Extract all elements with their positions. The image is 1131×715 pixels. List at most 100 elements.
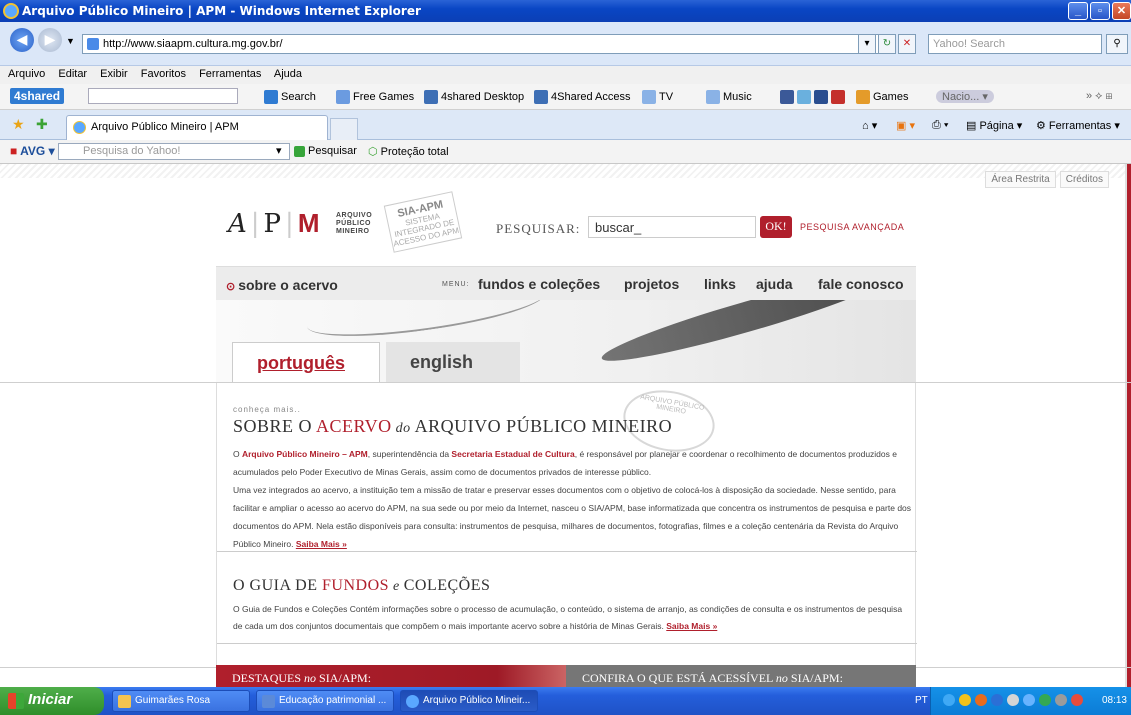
network-icon[interactable] — [1007, 694, 1019, 706]
tray-icon[interactable] — [975, 694, 987, 706]
new-tab-button[interactable] — [330, 118, 358, 140]
free-games-button[interactable]: Free Games — [336, 90, 414, 104]
tv-button[interactable]: TV — [642, 90, 673, 104]
address-bar[interactable]: http://www.siaapm.cultura.mg.gov.br/ — [82, 34, 892, 54]
feeds-icon[interactable]: ▣ ▾ — [896, 119, 915, 132]
task-label: Arquivo Público Mineir... — [423, 695, 531, 706]
toolbar-more-icon[interactable]: » ⟡ ⊞ — [1086, 90, 1113, 103]
nav-fale-conosco[interactable]: fale conosco — [818, 276, 904, 292]
avg-search-dropdown-icon[interactable]: ▾ — [276, 144, 282, 157]
address-dropdown-icon[interactable]: ▾ — [858, 34, 876, 54]
stop-button[interactable]: ✕ — [898, 34, 916, 54]
avg-logo[interactable]: ■ AVG ▾ — [10, 144, 55, 158]
nav-fundos[interactable]: fundos e coleções — [478, 276, 600, 292]
windows-logo-icon — [8, 693, 24, 709]
lang-portugues[interactable]: português — [232, 342, 380, 382]
sobre-heading: SOBRE O ACERVO do ARQUIVO PÚBLICO MINEIR… — [233, 416, 672, 437]
search-icon[interactable]: ⚲ — [1106, 34, 1128, 54]
print-icon[interactable]: ⎙ ▾ — [932, 119, 948, 132]
address-toolbar: ◀ ▶ ▼ http://www.siaapm.cultura.mg.gov.b… — [0, 22, 1131, 66]
favorites-star-icon[interactable]: ★ — [12, 116, 25, 133]
sobre-heading-p4: ARQUIVO PÚBLICO MINEIRO — [414, 416, 673, 436]
window-title: Arquivo Público Mineiro | APM - Windows … — [22, 4, 421, 18]
language-indicator[interactable]: PT — [915, 695, 928, 706]
tray-icon[interactable] — [1039, 694, 1051, 706]
avg-search-button[interactable]: Pesquisar — [294, 145, 357, 157]
menu-arquivo[interactable]: Arquivo — [8, 68, 45, 80]
secretaria-link[interactable]: Secretaria Estadual de Cultura — [451, 449, 574, 459]
apm-logo[interactable]: A | P | M — [228, 208, 319, 239]
4shared-search-input[interactable] — [88, 88, 238, 104]
guia-saiba-mais-link[interactable]: Saiba Mais » — [666, 621, 717, 631]
games-button[interactable]: Games — [856, 90, 908, 104]
free-games-label: Free Games — [353, 90, 415, 103]
radio-player[interactable]: Nacio... ▾ — [936, 90, 994, 103]
maximize-button[interactable]: ▫ — [1090, 2, 1110, 20]
minimize-button[interactable]: _ — [1068, 2, 1088, 20]
search-label: PESQUISAR: — [496, 221, 581, 236]
avg-yahoo-search-input[interactable]: Pesquisa do Yahoo! — [58, 143, 290, 160]
history-dropdown-icon[interactable]: ▼ — [66, 36, 75, 46]
back-button[interactable]: ◀ — [10, 28, 34, 52]
url-text: http://www.siaapm.cultura.mg.gov.br/ — [103, 38, 283, 50]
forward-button[interactable]: ▶ — [38, 28, 62, 52]
apm-link[interactable]: Arquivo Público Mineiro – APM — [242, 449, 368, 459]
nav-ajuda[interactable]: ajuda — [756, 276, 793, 292]
system-tray: PT 08:13 — [915, 687, 1131, 715]
nav-sobre-label: sobre o acervo — [238, 277, 338, 293]
4shared-desktop-button[interactable]: 4shared Desktop — [424, 90, 524, 104]
close-button[interactable]: ✕ — [1112, 2, 1131, 20]
divider — [217, 643, 917, 644]
confira-p1: CONFIRA O QUE ESTÁ ACESSÍVEL — [582, 671, 776, 685]
task-arquivo[interactable]: Arquivo Público Mineir... — [400, 690, 538, 712]
menu-ajuda[interactable]: Ajuda — [274, 68, 302, 80]
nav-sobre-o-acervo[interactable]: ⊙ sobre o acervo — [226, 277, 338, 293]
tray-icon[interactable] — [1071, 694, 1083, 706]
nav-links[interactable]: links — [704, 276, 736, 292]
4shared-search-button[interactable]: Search — [264, 90, 316, 104]
4shared-access-button[interactable]: 4Shared Access — [534, 90, 631, 104]
apm-logo-text: ARQUIVO PÚBLICO MINEIRO — [336, 212, 372, 236]
tray-icon[interactable] — [1023, 694, 1035, 706]
tray-icon[interactable] — [943, 694, 955, 706]
menu-exibir[interactable]: Exibir — [100, 68, 128, 80]
desktop-icon — [424, 90, 438, 104]
avg-search-label: Pesquisar — [308, 145, 357, 157]
tab-active[interactable]: Arquivo Público Mineiro | APM — [66, 115, 328, 140]
menu-ferramentas[interactable]: Ferramentas — [199, 68, 261, 80]
music-button[interactable]: Music — [706, 90, 752, 104]
4shared-logo[interactable]: 4shared — [10, 88, 65, 104]
shield-icon: ⬡ — [368, 146, 378, 158]
yahoo-search-input[interactable]: Yahoo! Search — [928, 34, 1102, 54]
music-label: Music — [723, 90, 752, 103]
add-favorites-icon[interactable]: ✚ — [36, 116, 48, 133]
guia-heading-p3: e — [389, 579, 404, 594]
nav-projetos[interactable]: projetos — [624, 276, 679, 292]
refresh-button[interactable]: ↻ — [878, 34, 896, 54]
start-button[interactable]: Iniciar — [0, 687, 104, 715]
tray-icon[interactable] — [991, 694, 1003, 706]
avg-protection-button[interactable]: ⬡ Proteção total — [368, 145, 449, 158]
youtube-icon — [831, 90, 845, 104]
search-ok-button[interactable]: OK! — [760, 216, 792, 238]
social-icons[interactable] — [780, 90, 848, 104]
games-label: Games — [873, 90, 909, 103]
task-educacao[interactable]: Educação patrimonial ... — [256, 690, 394, 712]
tools-menu[interactable]: ⚙ Ferramentas ▾ — [1036, 119, 1120, 132]
site-search-input[interactable]: buscar_ — [588, 216, 756, 238]
creditos-link[interactable]: Créditos — [1059, 171, 1109, 188]
menu-favoritos[interactable]: Favoritos — [141, 68, 186, 80]
area-restrita-link[interactable]: Área Restrita — [985, 171, 1056, 188]
divider — [217, 551, 917, 552]
task-guimaraes-rosa[interactable]: Guimarães Rosa — [112, 690, 250, 712]
lang-english[interactable]: english — [386, 342, 520, 382]
sia-apm-logo[interactable]: SIA-APM SISTEMA INTEGRADO DE ACESSO DO A… — [383, 191, 463, 253]
menu-editar[interactable]: Editar — [58, 68, 87, 80]
volume-icon[interactable] — [1055, 694, 1067, 706]
home-icon[interactable]: ⌂ ▾ — [862, 119, 877, 132]
games-icon — [856, 90, 870, 104]
saiba-mais-link[interactable]: Saiba Mais » — [296, 539, 347, 549]
tray-icon[interactable] — [959, 694, 971, 706]
page-menu[interactable]: ▤ Página ▾ — [966, 119, 1022, 132]
advanced-search-link[interactable]: PESQUISA AVANÇADA — [800, 222, 904, 232]
